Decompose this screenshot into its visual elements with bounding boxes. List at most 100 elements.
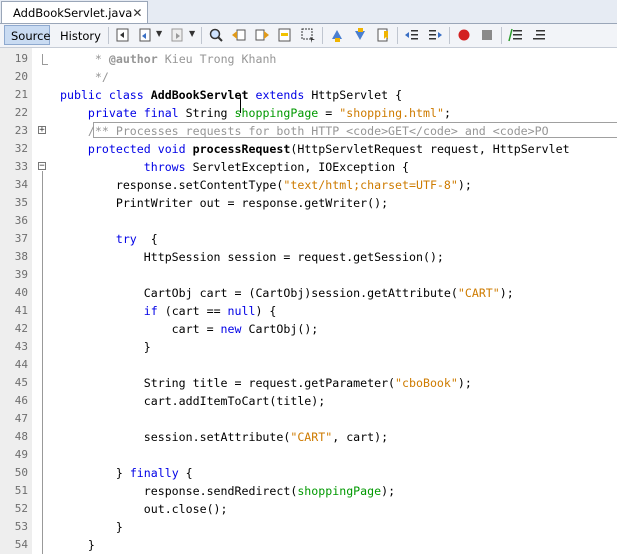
code-line[interactable]: if (cart == null) { <box>60 302 277 320</box>
find-next-icon[interactable] <box>254 27 270 43</box>
fold-margin: + − <box>32 48 52 554</box>
code-token: (HttpServletRequest request, HttpServlet <box>290 142 570 156</box>
code-token: ); <box>457 178 472 192</box>
code-line[interactable]: protected void processRequest(HttpServle… <box>60 140 570 158</box>
code-token: try <box>115 232 137 246</box>
code-token: } <box>60 538 95 552</box>
code-token: } <box>60 466 130 480</box>
history-view-button[interactable]: History <box>53 25 103 45</box>
line-number: 19 <box>14 52 28 65</box>
line-number: 52 <box>14 502 28 515</box>
code-token: ); <box>499 286 514 300</box>
line-number: 33 <box>14 160 28 173</box>
code-line[interactable]: } <box>60 518 123 536</box>
last-edit-icon[interactable] <box>115 27 131 43</box>
line-number: 43 <box>14 340 28 353</box>
find-icon[interactable] <box>208 27 224 43</box>
line-number: 39 <box>14 268 28 281</box>
code-token: new <box>220 322 242 336</box>
collapse-fold-icon[interactable]: − <box>38 162 46 171</box>
code-line[interactable]: cart = new CartObj(); <box>60 320 319 338</box>
code-line[interactable]: throws ServletException, IOException { <box>60 158 409 176</box>
shift-right-icon[interactable] <box>427 27 443 43</box>
uncomment-icon[interactable] <box>531 27 547 43</box>
code-line[interactable]: } <box>60 338 151 356</box>
code-line[interactable]: response.setContentType("text/html;chars… <box>60 176 472 194</box>
text-caret <box>240 96 241 113</box>
toolbar-separator <box>501 27 502 44</box>
toolbar-separator <box>397 27 398 44</box>
line-number: 32 <box>14 142 28 155</box>
code-line[interactable]: cart.addItemToCart(title); <box>60 392 326 410</box>
code-token: ; <box>443 106 451 120</box>
close-tab-icon[interactable]: ✕ <box>132 7 142 19</box>
code-line[interactable]: response.sendRedirect(shoppingPage); <box>60 482 395 500</box>
code-line[interactable]: session.setAttribute("CART", cart); <box>60 428 388 446</box>
line-number: 41 <box>14 304 28 317</box>
code-token: CartObj cart = (CartObj)session.getAttri… <box>60 286 458 300</box>
fold-guide-end <box>42 64 48 65</box>
shift-left-icon[interactable] <box>404 27 420 43</box>
code-token: response.sendRedirect( <box>60 484 298 498</box>
next-bookmark-icon[interactable] <box>352 27 368 43</box>
toggle-bookmark-icon[interactable] <box>375 27 391 43</box>
line-number: 45 <box>14 376 28 389</box>
code-line[interactable]: out.close(); <box>60 500 228 518</box>
start-macro-icon[interactable] <box>456 27 472 43</box>
forward-dropdown-icon[interactable]: ▼ <box>189 29 195 38</box>
source-view-button[interactable]: Source <box>4 25 51 45</box>
line-number: 53 <box>14 520 28 533</box>
toolbar-separator <box>201 27 202 44</box>
editor-toolbar: Source History ▼ ▼ <box>0 24 617 48</box>
code-token: @author <box>108 52 158 66</box>
code-token: CartObj(); <box>241 322 319 336</box>
line-number: 42 <box>14 322 28 335</box>
code-line[interactable]: } finally { <box>60 464 193 482</box>
code-token: } <box>60 520 123 534</box>
code-token: public class <box>60 88 151 102</box>
code-token: out.close(); <box>60 502 228 516</box>
code-line[interactable]: PrintWriter out = response.getWriter(); <box>60 194 388 212</box>
toggle-rectangular-selection-icon[interactable] <box>300 27 316 43</box>
code-token: if <box>143 304 158 318</box>
code-token: String title = request.getParameter( <box>60 376 396 390</box>
code-token: } <box>60 340 151 354</box>
code-line[interactable]: } <box>60 536 95 554</box>
code-line[interactable]: */ <box>60 68 109 86</box>
previous-bookmark-icon[interactable] <box>329 27 345 43</box>
line-number: 38 <box>14 250 28 263</box>
code-line[interactable]: HttpSession session = request.getSession… <box>60 248 444 266</box>
code-token: "text/html;charset=UTF-8" <box>283 178 458 192</box>
toggle-highlight-icon[interactable] <box>277 27 293 43</box>
code-token: (cart == <box>157 304 228 318</box>
code-editor[interactable]: * @author Kieu Trong Khanh */ public clas… <box>52 48 617 554</box>
code-line[interactable]: private final String shoppingPage = "sho… <box>60 104 451 122</box>
code-line[interactable]: try { <box>60 230 158 248</box>
code-token: PrintWriter out = response.getWriter(); <box>60 196 389 210</box>
line-number-gutter: 19 20 21 22 23 32 33 34 35 36 37 38 39 40 41 42 43 44 45 46… <box>0 48 33 554</box>
line-number: 48 <box>14 430 28 443</box>
code-token: finally <box>129 466 179 480</box>
line-number: 37 <box>14 232 28 245</box>
code-line[interactable]: String title = request.getParameter("cbo… <box>60 374 472 392</box>
editor-tab[interactable]: AddBookServlet.java ✕ <box>1 1 148 23</box>
code-token: , cart); <box>332 430 389 444</box>
code-line[interactable]: * @author Kieu Trong Khanh <box>60 50 277 68</box>
code-line[interactable]: /** Processes requests for both HTTP <co… <box>60 122 549 140</box>
line-number: 21 <box>14 88 28 101</box>
line-number: 51 <box>14 484 28 497</box>
code-token: ) { <box>255 304 277 318</box>
find-previous-icon[interactable] <box>231 27 247 43</box>
code-token: protected void <box>87 142 193 156</box>
comment-icon[interactable] <box>508 27 524 43</box>
code-token: AddBookServlet <box>150 88 249 102</box>
expand-fold-icon[interactable]: + <box>38 126 46 135</box>
stop-macro-icon[interactable] <box>479 27 495 43</box>
back-icon[interactable] <box>138 27 154 43</box>
code-line[interactable]: CartObj cart = (CartObj)session.getAttri… <box>60 284 514 302</box>
back-dropdown-icon[interactable]: ▼ <box>156 29 162 38</box>
forward-icon[interactable] <box>170 27 186 43</box>
code-line[interactable]: public class AddBookServlet extends Http… <box>60 86 402 104</box>
